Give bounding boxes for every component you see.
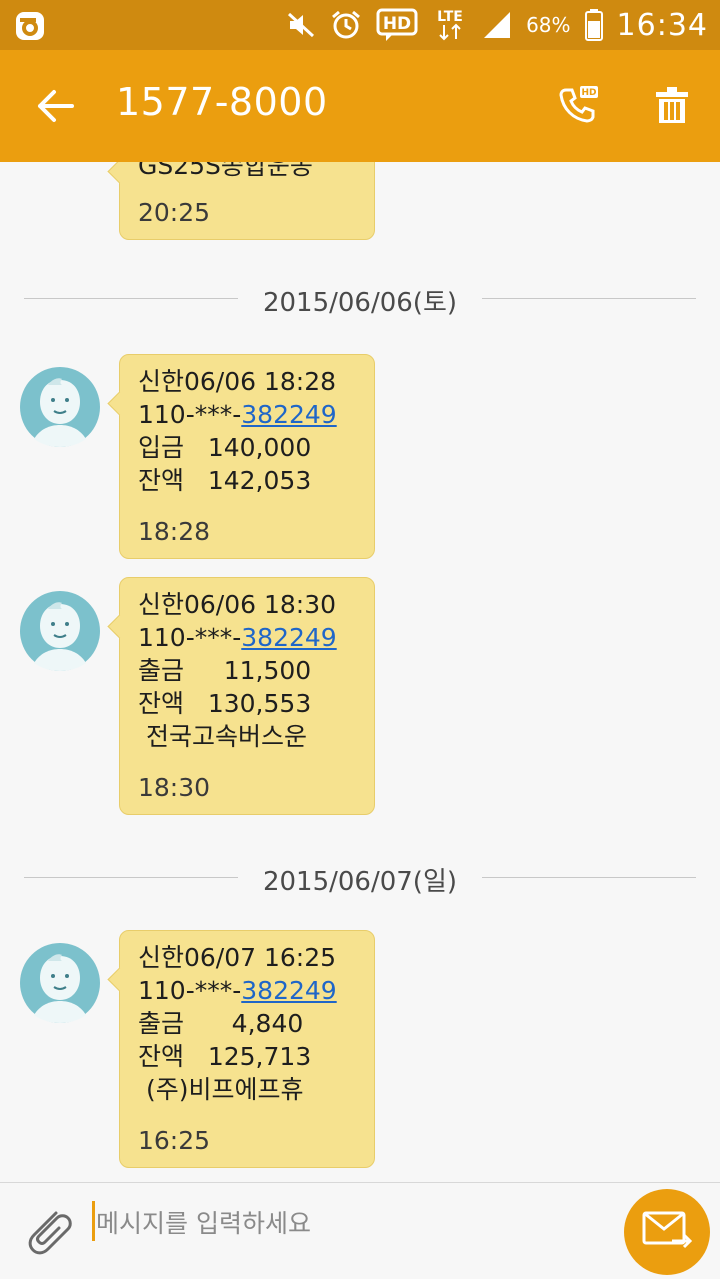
- text-cursor: [92, 1201, 95, 1241]
- message-time: 16:25: [138, 1126, 211, 1155]
- message-input[interactable]: [96, 1205, 596, 1241]
- message-bubble[interactable]: 신한06/07 16:25 110-***-382249 출금 4,840 잔액…: [119, 930, 375, 1168]
- divider: [482, 298, 696, 299]
- carrier-icon: [14, 10, 46, 42]
- status-icons: HD LTE 68% 16:34: [286, 0, 708, 50]
- account-prefix: 110-***-: [138, 976, 242, 1005]
- trash-icon[interactable]: [650, 84, 694, 128]
- message-time: 20:25: [138, 198, 211, 227]
- message-account-line: 110-***-382249: [138, 974, 356, 1007]
- alarm-icon: [330, 9, 362, 41]
- status-bar: HD LTE 68% 16:34: [0, 0, 720, 50]
- back-arrow-icon[interactable]: [34, 84, 78, 128]
- hd-call-icon[interactable]: HD: [556, 84, 600, 128]
- message-line: 잔액 130,553: [138, 689, 312, 718]
- message-bubble[interactable]: 신한06/06 18:28 110-***-382249 입금 140,000 …: [119, 354, 375, 559]
- contact-avatar-icon[interactable]: [20, 943, 100, 1023]
- account-number-link[interactable]: 382249: [241, 976, 336, 1005]
- account-prefix: 110-***-: [138, 400, 242, 429]
- message-text: GS25S종합운동: [138, 162, 313, 180]
- date-separator: 2015/06/06(토): [24, 278, 696, 318]
- date-label: 2015/06/06(토): [262, 288, 458, 318]
- hd-voice-icon: HD: [376, 8, 418, 42]
- message-line: 잔액 142,053: [138, 466, 312, 495]
- signal-icon: [482, 10, 512, 40]
- message-line: 출금 4,840: [138, 1009, 304, 1038]
- message-line: 전국고속버스운: [138, 722, 307, 751]
- app-bar: 1577-8000 HD: [0, 50, 720, 162]
- send-message-icon[interactable]: [624, 1189, 710, 1275]
- lte-icon: LTE: [432, 7, 468, 43]
- svg-text:LTE: LTE: [437, 9, 463, 25]
- message-account-line: 110-***-382249: [138, 398, 356, 431]
- account-number-link[interactable]: 382249: [241, 400, 336, 429]
- message-line: (주)비프에프휴: [138, 1075, 304, 1104]
- message-line: 출금 11,500: [138, 656, 312, 685]
- date-separator: 2015/06/07(일): [24, 857, 696, 897]
- battery-percent: 68%: [526, 13, 571, 37]
- date-label: 2015/06/07(일): [262, 867, 458, 897]
- message-line: 잔액 125,713: [138, 1042, 312, 1071]
- message-thread[interactable]: GS25S종합운동 20:25 2015/06/06(토) 신한06/06 18…: [0, 162, 720, 1182]
- message-time: 18:30: [138, 773, 211, 802]
- message-time: 18:28: [138, 517, 211, 546]
- message-line: 신한06/06 18:30: [138, 590, 337, 619]
- message-bubble[interactable]: GS25S종합운동 20:25: [119, 162, 375, 240]
- divider: [482, 877, 696, 878]
- status-clock: 16:34: [616, 7, 708, 43]
- message-line: 신한06/06 18:28: [138, 367, 337, 396]
- contact-avatar-icon[interactable]: [20, 367, 100, 447]
- message-bubble[interactable]: 신한06/06 18:30 110-***-382249 출금 11,500 잔…: [119, 577, 375, 815]
- message-line: 신한06/07 16:25: [138, 943, 337, 972]
- message-composer: [0, 1182, 720, 1279]
- svg-text:HD: HD: [383, 14, 411, 34]
- account-number-link[interactable]: 382249: [241, 623, 336, 652]
- battery-icon: [584, 9, 603, 41]
- mute-icon: [286, 10, 316, 40]
- contact-avatar-icon[interactable]: [20, 591, 100, 671]
- conversation-title: 1577-8000: [116, 80, 328, 124]
- message-line: 입금 140,000: [138, 433, 312, 462]
- message-account-line: 110-***-382249: [138, 621, 356, 654]
- svg-text:HD: HD: [581, 88, 596, 98]
- account-prefix: 110-***-: [138, 623, 242, 652]
- paperclip-icon[interactable]: [22, 1203, 72, 1259]
